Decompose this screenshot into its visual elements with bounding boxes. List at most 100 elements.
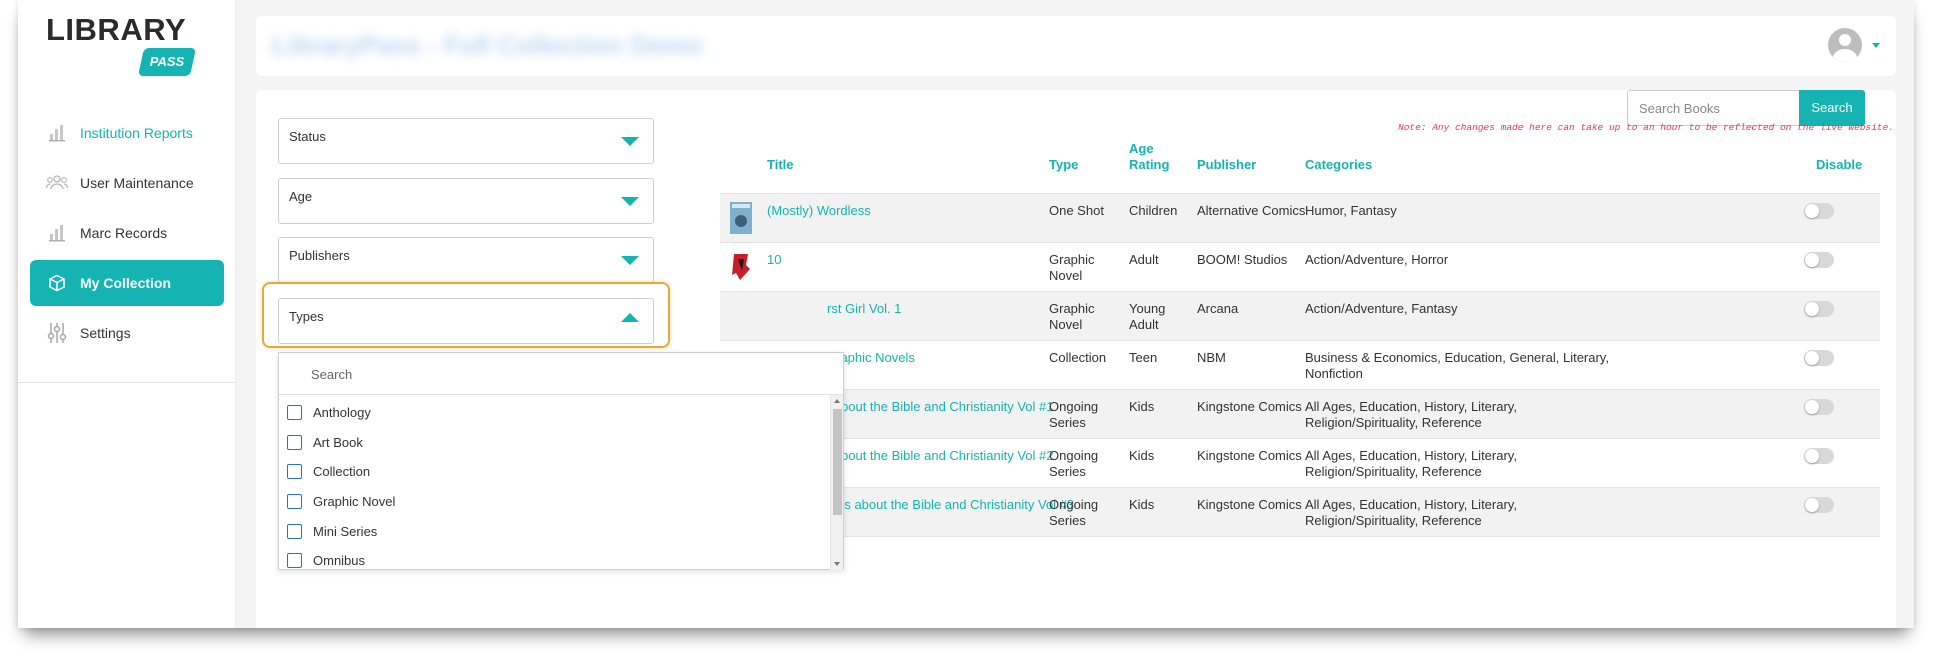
disable-toggle[interactable] — [1804, 203, 1834, 219]
chevron-up-icon — [621, 313, 639, 322]
sidebar-nav: Institution Reports User Maintenance Mar… — [18, 106, 236, 360]
types-filter[interactable]: Types — [278, 298, 654, 344]
scrollbar-thumb[interactable] — [833, 409, 842, 515]
checkbox[interactable] — [287, 464, 302, 480]
book-categories: Humor, Fantasy — [1305, 203, 1397, 218]
book-type: One Shot — [1049, 203, 1104, 218]
chevron-down-icon — [621, 197, 639, 206]
page-title: LibraryPass - Full Collection Demo — [272, 30, 703, 60]
column-header-age-rating[interactable]: Age Rating — [1129, 141, 1173, 173]
app-window: LIBRARY PASS Institution Reports User Ma… — [18, 0, 1914, 628]
disable-toggle[interactable] — [1804, 497, 1834, 513]
chevron-down-icon[interactable] — [1872, 43, 1880, 48]
search-books-input[interactable]: Search Books — [1627, 90, 1799, 126]
checkbox[interactable] — [287, 405, 302, 421]
table-row: bout the Bible and Christianity Vol #2 O… — [720, 439, 1880, 488]
dropdown-scrollbar[interactable] — [830, 395, 843, 570]
checkbox[interactable] — [287, 523, 302, 539]
sidebar-item-marc-records[interactable]: Marc Records — [30, 210, 224, 256]
top-header: LibraryPass - Full Collection Demo — [256, 16, 1896, 76]
age-filter-label: Age — [289, 189, 313, 204]
book-publisher: Arcana — [1197, 301, 1239, 316]
sidebar-item-label: Institution Reports — [80, 125, 193, 141]
sliders-icon — [46, 322, 68, 344]
column-header-publisher[interactable]: Publisher — [1197, 157, 1256, 173]
checkbox[interactable] — [287, 434, 302, 450]
table-header-row: Title Type Age Rating Publisher Categori… — [720, 138, 1880, 194]
column-header-title[interactable]: Title — [767, 157, 794, 173]
book-title-link[interactable]: bout the Bible and Christianity Vol #2 — [841, 448, 1053, 464]
book-categories: All Ages, Education, History, Literary, … — [1305, 399, 1517, 430]
types-dropdown: Search Anthology Art Book Collection Gra… — [278, 352, 844, 570]
book-title-link[interactable]: (Mostly) Wordless — [767, 203, 871, 219]
type-option-omnibus[interactable]: Omnibus — [287, 546, 835, 576]
column-header-disable: Disable — [1816, 157, 1863, 172]
column-header-type[interactable]: Type — [1049, 157, 1078, 173]
type-option-art-book[interactable]: Art Book — [287, 428, 835, 458]
user-avatar[interactable] — [1828, 28, 1862, 62]
logo-pass-badge: PASS — [138, 48, 196, 76]
book-publisher: Kingstone Comics — [1197, 497, 1302, 512]
librarypass-logo[interactable]: LIBRARY PASS — [46, 12, 196, 76]
users-icon — [46, 172, 68, 194]
book-age-rating: Young Adult — [1129, 301, 1166, 332]
book-age-rating: Kids — [1129, 399, 1155, 414]
disable-toggle[interactable] — [1804, 252, 1834, 268]
book-type: Ongoing Series — [1049, 399, 1099, 430]
scroll-down-arrow-icon[interactable] — [834, 562, 840, 566]
publishers-filter-label: Publishers — [289, 248, 350, 263]
bar-chart-icon — [46, 122, 68, 144]
book-type: Graphic Novel — [1049, 252, 1095, 283]
disable-toggle[interactable] — [1804, 399, 1834, 415]
sidebar-item-settings[interactable]: Settings — [30, 310, 224, 356]
disable-toggle[interactable] — [1804, 448, 1834, 464]
sidebar-item-user-maintenance[interactable]: User Maintenance — [30, 160, 224, 206]
types-filter-label: Types — [289, 309, 324, 324]
book-categories: All Ages, Education, History, Literary, … — [1305, 448, 1517, 479]
book-age-rating: Children — [1129, 203, 1178, 218]
table-row: rst Girl Vol. 1 Graphic Novel Young Adul… — [720, 292, 1880, 341]
book-categories: Business & Economics, Education, General… — [1305, 350, 1609, 381]
table-row: bout the Bible and Christianity Vol #1 O… — [720, 390, 1880, 439]
sidebar-item-my-collection[interactable]: My Collection — [30, 260, 224, 306]
book-title-link[interactable]: bout the Bible and Christianity Vol #1 — [841, 399, 1053, 415]
logo-wordmark: LIBRARY — [46, 12, 187, 47]
checkbox[interactable] — [287, 494, 302, 510]
book-categories: Action/Adventure, Fantasy — [1305, 301, 1458, 316]
table-row: 101 Questions about the Bible and Christ… — [720, 488, 1880, 537]
type-option-anthology[interactable]: Anthology — [287, 398, 835, 428]
book-publisher: Kingstone Comics — [1197, 448, 1302, 463]
book-age-rating: Adult — [1129, 252, 1159, 267]
book-publisher: Alternative Comics — [1197, 203, 1306, 218]
types-search-input[interactable]: Search — [279, 353, 843, 395]
chevron-down-icon — [621, 256, 639, 265]
book-type: Ongoing Series — [1049, 497, 1099, 528]
book-type: Graphic Novel — [1049, 301, 1095, 332]
status-filter[interactable]: Status — [278, 118, 654, 164]
book-title-link[interactable]: 10 — [767, 252, 781, 268]
column-header-categories[interactable]: Categories — [1305, 157, 1372, 173]
book-type: Collection — [1049, 350, 1107, 365]
type-option-mini-series[interactable]: Mini Series — [287, 516, 835, 546]
scroll-up-arrow-icon[interactable] — [834, 399, 840, 403]
type-option-collection[interactable]: Collection — [287, 457, 835, 487]
search-books-button[interactable]: Search — [1799, 90, 1865, 126]
box-icon — [46, 272, 68, 294]
disable-toggle[interactable] — [1804, 350, 1834, 366]
book-cover-thumbnail[interactable] — [730, 202, 752, 234]
age-filter[interactable]: Age — [278, 178, 654, 224]
book-cover-thumbnail[interactable] — [730, 251, 752, 283]
sidebar-item-label: Marc Records — [80, 225, 168, 241]
publishers-filter[interactable]: Publishers — [278, 237, 654, 283]
book-publisher: Kingstone Comics — [1197, 399, 1302, 414]
checkbox[interactable] — [287, 553, 302, 569]
book-title-link[interactable]: rst Girl Vol. 1 — [827, 301, 901, 317]
book-publisher: NBM — [1197, 350, 1226, 365]
types-option-list: Anthology Art Book Collection Graphic No… — [279, 395, 843, 579]
sidebar-item-institution-reports[interactable]: Institution Reports — [30, 110, 224, 156]
sidebar-divider — [18, 382, 236, 383]
type-option-graphic-novel[interactable]: Graphic Novel — [287, 487, 835, 517]
disable-toggle[interactable] — [1804, 301, 1834, 317]
book-publisher: BOOM! Studios — [1197, 252, 1288, 267]
book-age-rating: Kids — [1129, 448, 1155, 463]
